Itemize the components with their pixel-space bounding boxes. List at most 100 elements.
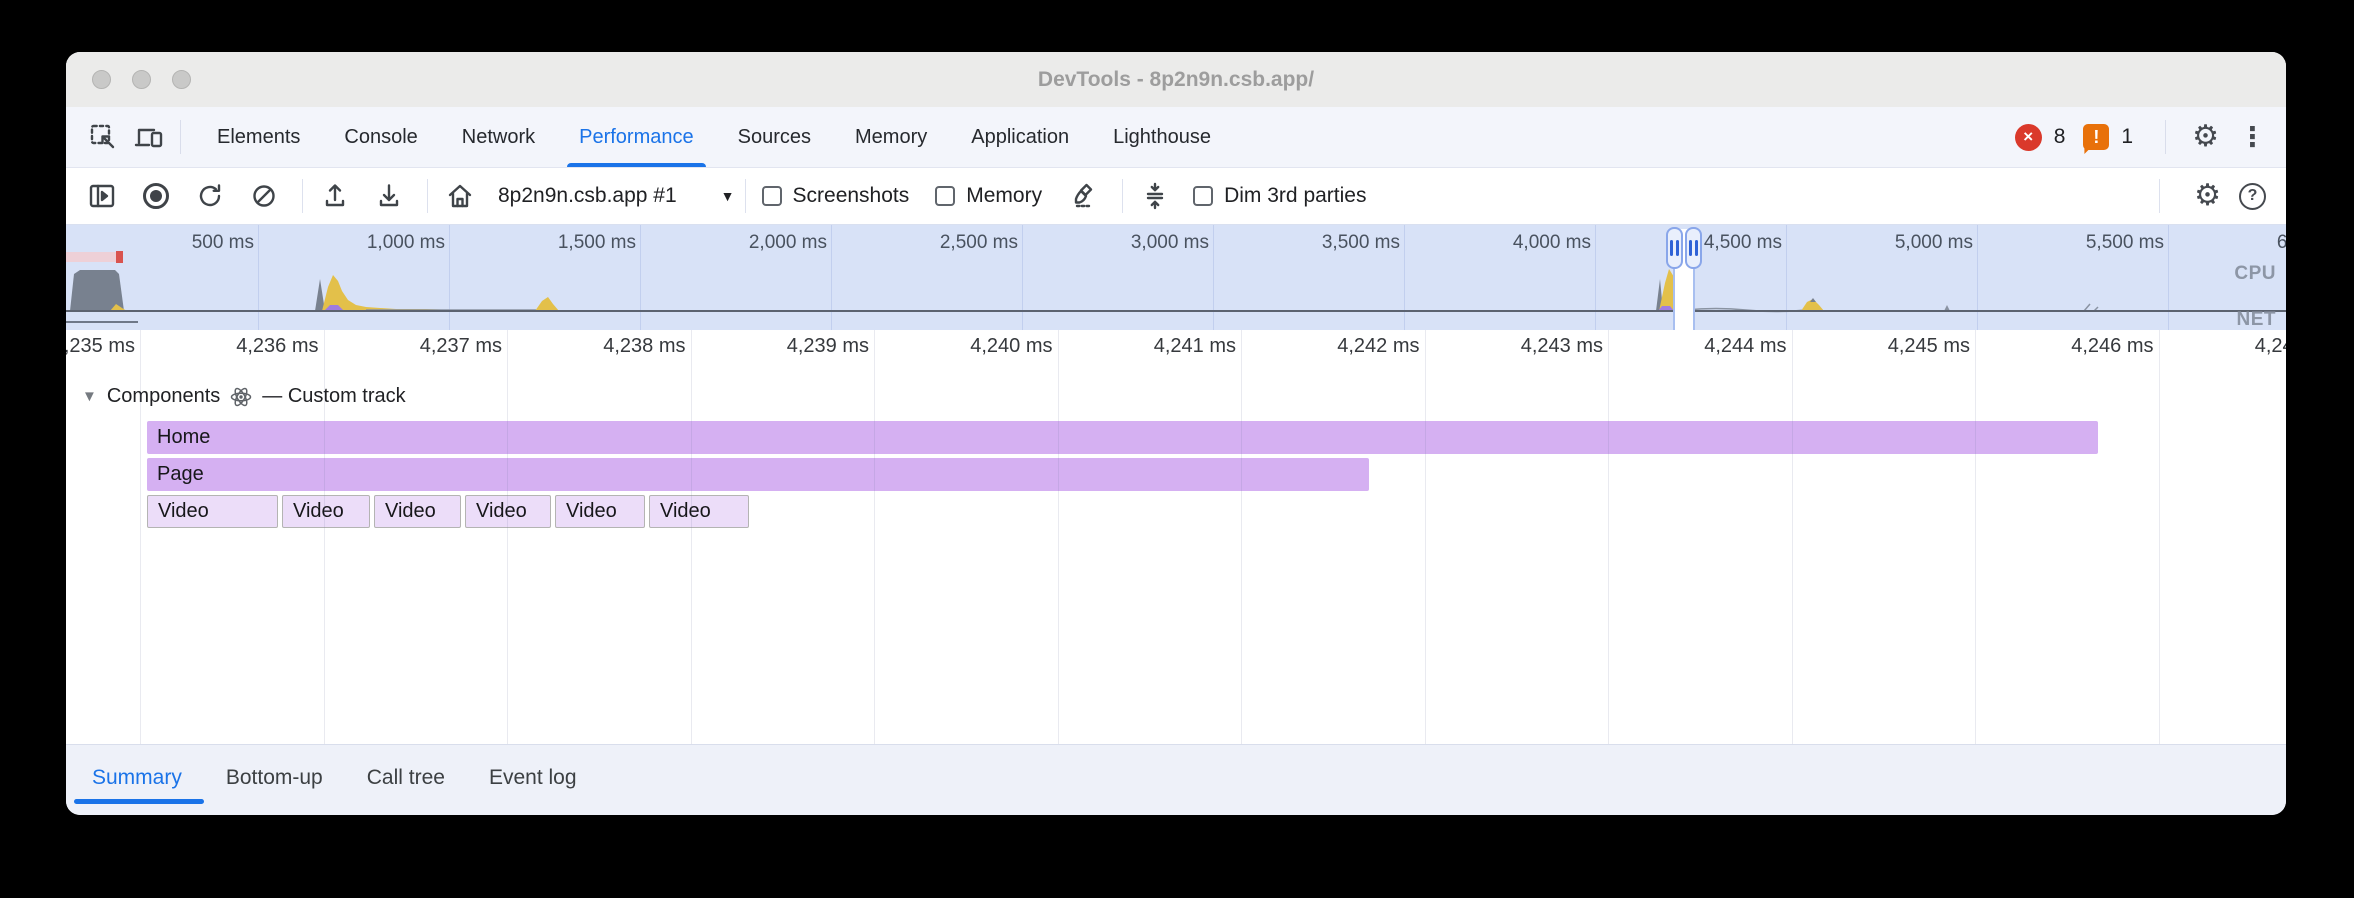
atom-icon (230, 386, 252, 408)
ruler-time-label: 4,239 ms (719, 335, 869, 358)
cpu-baseline (66, 310, 2286, 312)
ruler-time-label: 4,246 ms (2004, 335, 2154, 358)
tab-bar-right-cluster: × 8 ! 1 ⚙ ⋮ (2015, 120, 2266, 154)
ruler-time-label: 4,235 ms (66, 335, 135, 358)
bottom-tab-bar: Summary Bottom-up Call tree Event log (66, 744, 2286, 815)
tab-application[interactable]: Application (971, 107, 1069, 167)
warning-badge-icon[interactable]: ! (2083, 124, 2109, 150)
overview-time-label: 6,000 ms (2205, 232, 2286, 254)
capture-settings-gear-icon[interactable]: ⚙ (2194, 181, 2221, 211)
tab-bottom-up[interactable]: Bottom-up (226, 766, 323, 790)
track-name: Components (107, 385, 220, 408)
settings-gear-icon[interactable]: ⚙ (2192, 122, 2219, 152)
record-button[interactable] (140, 180, 172, 212)
record-and-reload-icon[interactable] (194, 180, 226, 212)
toolbar-divider (302, 179, 303, 213)
chevron-down-icon: ▼ (721, 188, 735, 204)
window-title: DevTools - 8p2n9n.csb.app/ (66, 52, 2286, 107)
title-bar: DevTools - 8p2n9n.csb.app/ (66, 52, 2286, 108)
expander-triangle-icon[interactable]: ▼ (82, 388, 97, 405)
toggle-sidebar-icon[interactable] (86, 180, 118, 212)
timeline-overview[interactable]: 500 ms 1,000 ms 1,500 ms 2,000 ms 2,500 ms 3,… (66, 225, 2286, 331)
traffic-lights (92, 70, 191, 89)
tab-event-log[interactable]: Event log (489, 766, 577, 790)
track-bar-video[interactable]: Video (282, 495, 370, 528)
overview-time-label: 1,500 ms (486, 232, 636, 254)
close-window-button[interactable] (92, 70, 111, 89)
track-bar-video[interactable]: Video (555, 495, 645, 528)
custom-track-header[interactable]: ▼ Components — Custom track (82, 385, 406, 408)
memory-checkbox-group[interactable]: Memory (935, 184, 1042, 208)
timeline-ruler: 4,235 ms4,236 ms4,237 ms4,238 ms4,239 ms… (66, 330, 2286, 365)
toolbar-divider (745, 179, 746, 213)
screenshots-label: Screenshots (793, 184, 910, 208)
dim-3rd-parties-checkbox[interactable] (1193, 186, 1213, 206)
toolbar-divider (427, 179, 428, 213)
overview-time-label: 2,000 ms (677, 232, 827, 254)
track-bar-home[interactable]: Home (147, 421, 2098, 454)
load-profile-icon[interactable] (319, 180, 351, 212)
ruler-time-label: 4,245 ms (1820, 335, 1970, 358)
tab-elements[interactable]: Elements (217, 107, 300, 167)
screenshots-checkbox[interactable] (762, 186, 782, 206)
track-area[interactable]: ▼ Components — Custom track Home Page Vide… (66, 365, 2286, 744)
collect-garbage-icon[interactable] (1068, 180, 1100, 212)
overview-time-label: 4,000 ms (1441, 232, 1591, 254)
overview-time-label: 5,000 ms (1823, 232, 1973, 254)
tab-lighthouse[interactable]: Lighthouse (1113, 107, 1211, 167)
ruler-time-label: 4,242 ms (1270, 335, 1420, 358)
tab-performance[interactable]: Performance (579, 107, 694, 167)
clear-icon[interactable] (248, 180, 280, 212)
range-handle-right[interactable] (1685, 227, 1702, 269)
memory-label: Memory (966, 184, 1042, 208)
warning-count: 1 (2121, 125, 2133, 149)
track-bar-video[interactable]: Video (465, 495, 551, 528)
collapse-tracks-icon[interactable] (1139, 180, 1171, 212)
overview-time-label: 4,500 ms (1632, 232, 1782, 254)
track-bar-video[interactable]: Video (649, 495, 749, 528)
memory-checkbox[interactable] (935, 186, 955, 206)
target-selector[interactable]: 8p2n9n.csb.app #1 ▼ (498, 184, 735, 208)
devtools-tab-bar: Elements Console Network Performance Sou… (66, 107, 2286, 168)
overview-time-label: 1,000 ms (295, 232, 445, 254)
ruler-time-label: 4,237 ms (352, 335, 502, 358)
save-profile-icon[interactable] (373, 180, 405, 212)
track-bar-video[interactable]: Video (374, 495, 461, 528)
screenshots-checkbox-group[interactable]: Screenshots (762, 184, 910, 208)
error-badge-icon[interactable]: × (2015, 124, 2042, 151)
track-bar-page[interactable]: Page (147, 458, 1369, 491)
tab-console[interactable]: Console (344, 107, 417, 167)
toolbar-right-cluster: ⚙ ? (2159, 179, 2266, 213)
tab-bar-divider (2165, 120, 2166, 154)
track-bar-video[interactable]: Video (147, 495, 278, 528)
ruler-time-label: 4,244 ms (1637, 335, 1787, 358)
screenshot-stage: DevTools - 8p2n9n.csb.app/ Elements Cons… (0, 0, 2354, 898)
ruler-time-label: 4,236 ms (169, 335, 319, 358)
range-handle-left[interactable] (1666, 227, 1683, 269)
tab-summary[interactable]: Summary (92, 766, 182, 790)
toolbar-divider (2159, 179, 2160, 213)
toolbar-divider (1122, 179, 1123, 213)
live-metrics-home-icon[interactable] (444, 180, 476, 212)
ruler-time-label: 4,243 ms (1453, 335, 1603, 358)
error-count: 8 (2054, 125, 2066, 149)
net-lane-label: NET (2237, 309, 2277, 331)
minimize-window-button[interactable] (132, 70, 151, 89)
tab-bar-divider (180, 120, 181, 154)
dim-3rd-parties-checkbox-group[interactable]: Dim 3rd parties (1193, 184, 1366, 208)
cpu-lane-label: CPU (2234, 263, 2276, 285)
target-selector-label: 8p2n9n.csb.app #1 (498, 184, 677, 208)
tab-call-tree[interactable]: Call tree (367, 766, 445, 790)
tab-memory[interactable]: Memory (855, 107, 927, 167)
help-icon[interactable]: ? (2239, 183, 2266, 210)
device-toolbar-icon[interactable] (132, 120, 166, 154)
zoom-window-button[interactable] (172, 70, 191, 89)
overview-time-label: 2,500 ms (868, 232, 1018, 254)
overview-time-label: 3,000 ms (1059, 232, 1209, 254)
track-suffix: — Custom track (262, 385, 405, 408)
inspect-element-icon[interactable] (86, 120, 120, 154)
tab-network[interactable]: Network (462, 107, 535, 167)
overview-time-label: 500 ms (104, 232, 254, 254)
more-options-icon[interactable]: ⋮ (2239, 124, 2266, 151)
tab-sources[interactable]: Sources (738, 107, 811, 167)
